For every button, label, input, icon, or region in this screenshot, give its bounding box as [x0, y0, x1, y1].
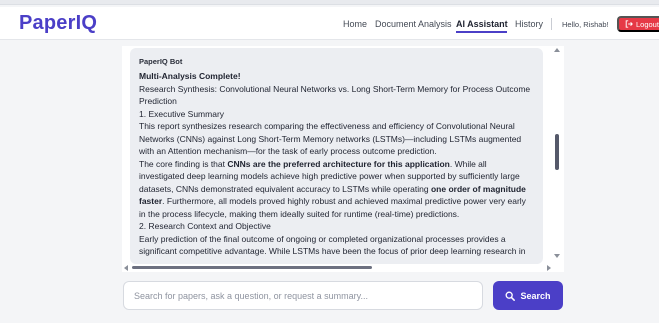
search-icon — [505, 291, 516, 301]
logout-label: Logout — [636, 19, 659, 29]
vertical-scroll-thumb[interactable] — [555, 134, 559, 170]
message-text: investigated deep learning models achiev… — [139, 171, 520, 181]
user-greeting: Hello, Rishab! — [562, 20, 609, 29]
active-nav-indicator — [456, 31, 507, 33]
message-line: investigated deep learning models achiev… — [139, 170, 534, 183]
logout-icon — [625, 20, 633, 28]
nav-divider — [551, 18, 552, 30]
message-text: significant competitive advantage. While… — [139, 246, 526, 256]
message-emphasis: one order of magnitude — [430, 183, 526, 194]
message-text: . Furthermore, all models proved highly … — [162, 196, 526, 206]
nav-home[interactable]: Home — [343, 19, 367, 29]
message-emphasis: faster — [139, 196, 163, 206]
nav-history[interactable]: History — [515, 19, 543, 29]
horizontal-scroll-thumb[interactable] — [132, 266, 372, 269]
nav-ai-assistant[interactable]: AI Assistant — [456, 19, 508, 29]
message-text: 1. Executive Summary — [139, 108, 225, 119]
scroll-down-arrow-icon[interactable] — [554, 254, 560, 258]
message-body: Research Synthesis: Convolutional Neural… — [139, 83, 534, 258]
message-text: Research Synthesis: Convolutional Neural… — [139, 83, 531, 94]
message-text: Networks (CNNs) against Long Short-Term … — [139, 133, 522, 144]
message-line: Early prediction of the final outcome of… — [139, 233, 534, 246]
message-line: Networks (CNNs) against Long Short-Term … — [139, 133, 534, 146]
message-text: Early prediction of the final outcome of… — [139, 233, 506, 244]
horizontal-scrollbar[interactable] — [124, 263, 552, 272]
scroll-up-arrow-icon[interactable] — [554, 48, 560, 52]
message-line: faster. Furthermore, all models proved h… — [139, 195, 534, 208]
message-line: Research Synthesis: Convolutional Neural… — [139, 83, 534, 96]
message-line: with an Attention mechanism—for the task… — [139, 145, 534, 158]
message-text: datasets, CNNs demonstrated equivalent a… — [139, 183, 431, 194]
message-title: Multi-Analysis Complete! — [139, 71, 241, 81]
window-top-bar — [0, 0, 659, 5]
search-button-label: Search — [520, 290, 551, 301]
message-line: 2. Research Context and Objective — [139, 220, 534, 233]
chat-panel: PaperIQ Bot Multi-Analysis Complete! Res… — [122, 46, 564, 272]
vertical-scrollbar[interactable] — [552, 46, 562, 262]
message-text: The core finding is that — [139, 158, 228, 169]
message-line: Prediction — [139, 95, 534, 108]
message-text: This report synthesizes research compari… — [139, 121, 515, 131]
bot-name: PaperIQ Bot — [139, 57, 183, 66]
message-text: . While all — [449, 158, 487, 169]
search-button[interactable]: Search — [493, 281, 563, 310]
scroll-right-arrow-icon[interactable] — [547, 265, 551, 271]
message-text: with an Attention mechanism—for the task… — [139, 146, 437, 156]
message-line: in the process lifecycle, making them id… — [139, 208, 534, 221]
message-line: 1. Executive Summary — [139, 108, 534, 121]
nav-document-analysis[interactable]: Document Analysis — [375, 19, 452, 29]
message-text: 2. Research Context and Objective — [139, 221, 271, 231]
message-line: The core finding is that CNNs are the pr… — [139, 158, 534, 171]
bot-message: PaperIQ Bot Multi-Analysis Complete! Res… — [130, 48, 543, 264]
search-input[interactable] — [123, 281, 483, 310]
message-line: significant competitive advantage. While… — [139, 245, 534, 258]
message-line: datasets, CNNs demonstrated equivalent a… — [139, 183, 534, 196]
message-line: This report synthesizes research compari… — [139, 120, 534, 133]
navbar: PaperIQ Home Document Analysis AI Assist… — [0, 7, 659, 40]
logout-button[interactable]: Logout — [617, 16, 659, 32]
message-text: in the process lifecycle, making them id… — [139, 208, 460, 219]
scroll-left-arrow-icon[interactable] — [124, 265, 128, 271]
message-emphasis: CNNs are the preferred architecture for … — [227, 158, 450, 169]
message-text: Prediction — [139, 96, 177, 106]
brand-logo[interactable]: PaperIQ — [19, 12, 97, 35]
